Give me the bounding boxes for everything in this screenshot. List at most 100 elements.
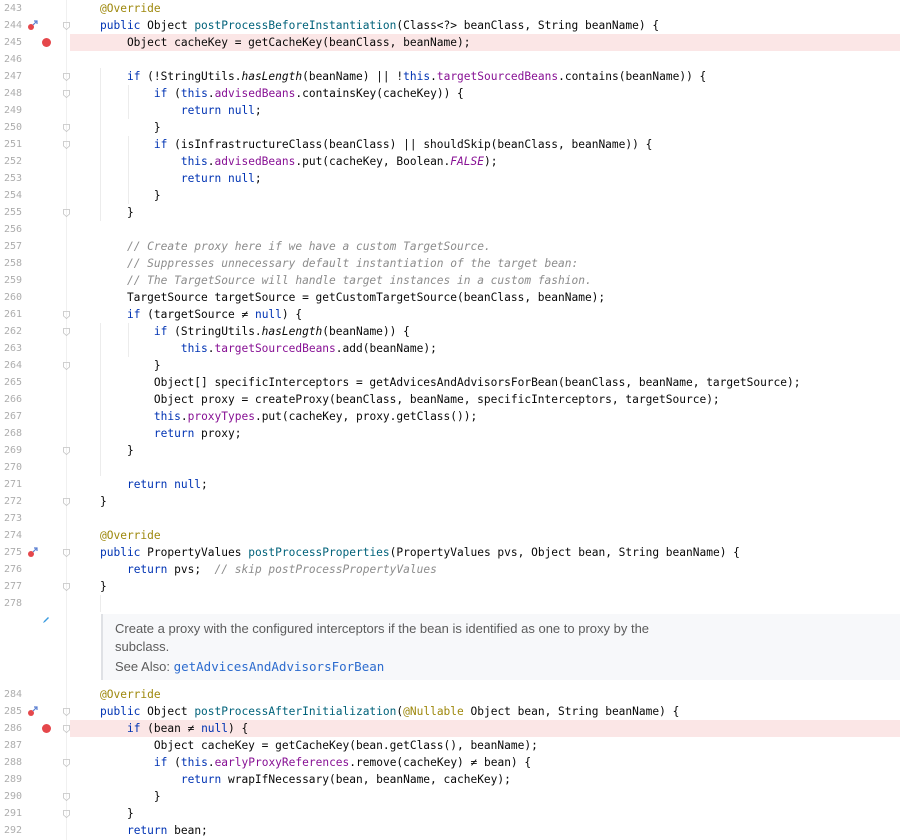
code-line[interactable]: @Override xyxy=(70,527,900,544)
line-number: 255 xyxy=(4,207,23,218)
fold-marker-icon[interactable] xyxy=(63,759,70,767)
code-line[interactable]: if (this.advisedBeans.containsKey(cacheK… xyxy=(70,85,900,102)
code-line[interactable]: } xyxy=(70,119,900,136)
code-line[interactable]: } xyxy=(70,357,900,374)
code-line[interactable]: return null; xyxy=(70,170,900,187)
code-line[interactable]: @Override xyxy=(70,0,900,17)
code-line[interactable]: public Object postProcessBeforeInstantia… xyxy=(70,17,900,34)
fold-marker-icon[interactable] xyxy=(63,708,70,716)
fold-marker-icon[interactable] xyxy=(63,73,70,81)
code-line[interactable]: if (targetSource ≠ null) { xyxy=(70,306,900,323)
code-line[interactable]: if (StringUtils.hasLength(beanName)) { xyxy=(70,323,900,340)
fold-marker-icon[interactable] xyxy=(63,549,70,557)
code-line[interactable] xyxy=(70,510,900,527)
code-line[interactable]: return pvs; // skip postProcessPropertyV… xyxy=(70,561,900,578)
fold-marker-icon[interactable] xyxy=(63,22,70,30)
code-line[interactable]: // The TargetSource will handle target i… xyxy=(70,272,900,289)
code-line[interactable]: this.targetSourcedBeans.add(beanName); xyxy=(70,340,900,357)
fold-marker-icon[interactable] xyxy=(63,447,70,455)
line-number: 289 xyxy=(4,774,23,785)
code-line[interactable]: if (!StringUtils.hasLength(beanName) || … xyxy=(70,68,900,85)
code-line[interactable]: Object cacheKey = getCacheKey(bean.getCl… xyxy=(70,737,900,754)
fold-marker-icon[interactable] xyxy=(63,793,70,801)
code-line[interactable] xyxy=(70,459,900,476)
fold-marker-icon[interactable] xyxy=(63,124,70,132)
code-line[interactable] xyxy=(70,221,900,238)
line-number: 249 xyxy=(4,105,23,116)
code-line[interactable]: } xyxy=(70,187,900,204)
code-line[interactable]: public Object postProcessAfterInitializa… xyxy=(70,703,900,720)
code-line[interactable]: if (bean ≠ null) { xyxy=(70,720,900,737)
token-fld: targetSourcedBeans xyxy=(436,70,559,83)
code-text: public PropertyValues postProcessPropert… xyxy=(100,544,740,561)
fold-marker-icon[interactable] xyxy=(63,141,70,149)
code-line[interactable] xyxy=(70,595,900,612)
line-number: 292 xyxy=(4,825,23,836)
token-kw: if xyxy=(153,325,175,338)
code-text: } xyxy=(100,805,134,822)
fold-marker-icon[interactable] xyxy=(63,328,70,336)
line-number: 261 xyxy=(4,309,23,320)
code-line[interactable]: TargetSource targetSource = getCustomTar… xyxy=(70,289,900,306)
edit-doc-icon[interactable] xyxy=(42,616,50,624)
token-kw: null xyxy=(254,308,282,321)
code-line[interactable]: return null; xyxy=(70,476,900,493)
line-number: 243 xyxy=(4,3,23,14)
fold-marker-icon[interactable] xyxy=(63,583,70,591)
code-line[interactable] xyxy=(70,51,900,68)
code-line[interactable]: return proxy; xyxy=(70,425,900,442)
breakpoint-icon[interactable] xyxy=(42,724,51,733)
code-line[interactable]: } xyxy=(70,578,900,595)
code-line[interactable]: this.proxyTypes.put(cacheKey, proxy.getC… xyxy=(70,408,900,425)
token: (PropertyValues pvs, Object bean, String… xyxy=(389,546,740,559)
code-line[interactable]: } xyxy=(70,204,900,221)
code-line[interactable]: } xyxy=(70,805,900,822)
code-line[interactable]: Object proxy = createProxy(beanClass, be… xyxy=(70,391,900,408)
line-number: 286 xyxy=(4,723,23,734)
code-text: if (isInfrastructureClass(beanClass) || … xyxy=(100,136,652,153)
code-line[interactable]: Object cacheKey = getCacheKey(beanClass,… xyxy=(70,34,900,51)
code-text: } xyxy=(100,442,134,459)
code-line[interactable]: } xyxy=(70,788,900,805)
code-line[interactable]: // Suppresses unnecessary default instan… xyxy=(70,255,900,272)
code-line[interactable]: this.advisedBeans.put(cacheKey, Boolean.… xyxy=(70,153,900,170)
code-line[interactable]: return null; xyxy=(70,102,900,119)
code-line[interactable]: } xyxy=(70,493,900,510)
override-method-icon[interactable] xyxy=(27,547,38,558)
token: ; xyxy=(201,478,208,491)
token-cmt: // The TargetSource will handle target i… xyxy=(126,274,592,287)
code-line[interactable]: // Create proxy here if we have a custom… xyxy=(70,238,900,255)
token: } xyxy=(100,359,161,372)
line-number: 274 xyxy=(4,530,23,541)
fold-marker-icon[interactable] xyxy=(63,725,70,733)
fold-marker-icon[interactable] xyxy=(63,90,70,98)
code-line[interactable]: public PropertyValues postProcessPropert… xyxy=(70,544,900,561)
token-kw: this xyxy=(180,342,208,355)
code-line[interactable]: } xyxy=(70,442,900,459)
line-number: 250 xyxy=(4,122,23,133)
code-line[interactable]: if (isInfrastructureClass(beanClass) || … xyxy=(70,136,900,153)
token: wrapIfNecessary(bean, beanName, cacheKey… xyxy=(227,773,511,786)
breakpoint-icon[interactable] xyxy=(42,38,51,47)
code-line[interactable]: Object[] specificInterceptors = getAdvic… xyxy=(70,374,900,391)
token-cmt: // Suppresses unnecessary default instan… xyxy=(126,257,579,270)
fold-marker-icon[interactable] xyxy=(63,362,70,370)
see-also-label: See Also: xyxy=(115,659,170,674)
see-also-link[interactable]: getAdvicesAndAdvisorsForBean xyxy=(174,659,385,674)
fold-marker-icon[interactable] xyxy=(63,209,70,217)
code-line[interactable]: return bean; xyxy=(70,822,900,839)
code-line[interactable]: if (this.earlyProxyReferences.remove(cac… xyxy=(70,754,900,771)
code-line[interactable]: @Override xyxy=(70,686,900,703)
code-text: } xyxy=(100,187,161,204)
code-editor[interactable]: @Override public Object postProcessBefore… xyxy=(0,0,900,840)
fold-marker-icon[interactable] xyxy=(63,311,70,319)
override-method-icon[interactable] xyxy=(27,706,38,717)
fold-marker-icon[interactable] xyxy=(63,810,70,818)
override-method-icon[interactable] xyxy=(27,20,38,31)
fold-marker-icon[interactable] xyxy=(63,498,70,506)
token-kw: if xyxy=(153,87,175,100)
code-line[interactable]: return wrapIfNecessary(bean, beanName, c… xyxy=(70,771,900,788)
token: .containsKey(cacheKey)) { xyxy=(295,87,464,100)
code-text: Object cacheKey = getCacheKey(beanClass,… xyxy=(100,34,471,51)
